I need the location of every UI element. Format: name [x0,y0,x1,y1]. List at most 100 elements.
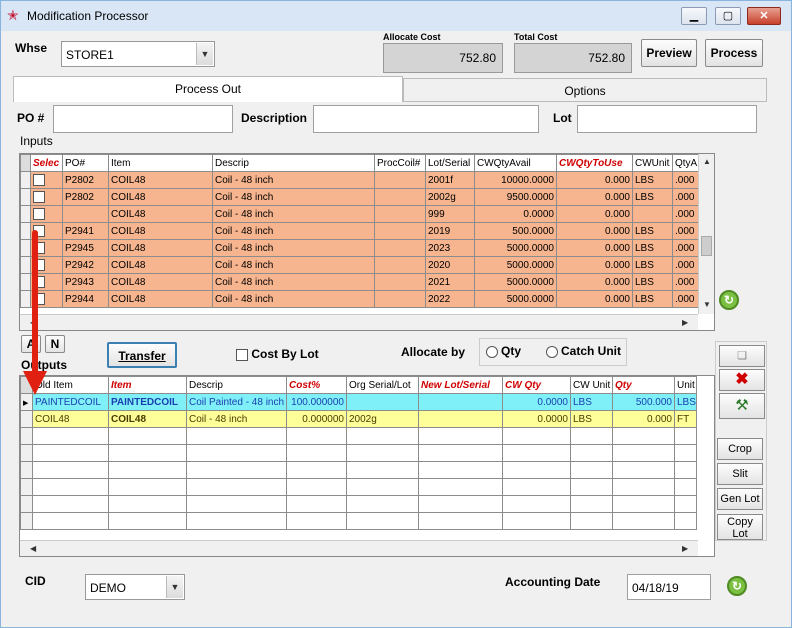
descrip-cell[interactable]: Coil Painted - 48 inch [186,393,287,411]
empty-row[interactable] [20,495,697,513]
row-selector[interactable] [20,188,31,206]
cwunit-cell[interactable]: LBS [632,188,673,206]
empty-cell[interactable] [502,478,571,496]
descrip-cell[interactable]: Coil - 48 inch [212,256,375,274]
empty-cell[interactable] [570,427,613,445]
empty-cell[interactable] [612,461,675,479]
empty-cell[interactable] [418,495,503,513]
row-selector[interactable] [20,478,33,496]
cwqtyavail-cell[interactable]: 0.0000 [474,205,557,223]
table-row[interactable]: P2941 COIL48 Coil - 48 inch 2019 500.0000 0.0… [20,222,701,240]
lot-input[interactable] [577,105,757,133]
col-item[interactable]: Item [108,376,187,394]
cwqtytouse-cell[interactable]: 0.000 [556,256,633,274]
empty-cell[interactable] [186,495,287,513]
qtya-cell[interactable]: .000 [672,205,701,223]
scroll-thumb[interactable] [701,236,712,256]
table-row[interactable]: COIL48 COIL48 Coil - 48 inch 0.000000 2002g 0… [20,410,697,428]
descrip-cell[interactable]: Coil - 48 inch [212,171,375,189]
cwqtyavail-cell[interactable]: 5000.0000 [474,273,557,291]
item-cell[interactable]: COIL48 [108,188,213,206]
tab-options[interactable]: Options [403,78,767,102]
po-cell[interactable]: P2802 [62,171,109,189]
col-item[interactable]: Item [108,154,213,172]
lot-cell[interactable]: 2020 [425,256,475,274]
chevron-down-icon[interactable]: ▼ [196,43,213,65]
lot-cell[interactable]: 2001f [425,171,475,189]
close-button[interactable]: ✕ [747,7,781,25]
empty-cell[interactable] [346,427,419,445]
item-cell[interactable]: PAINTEDCOIL [108,393,187,411]
empty-cell[interactable] [286,478,347,496]
row-selector[interactable] [20,495,33,513]
descrip-cell[interactable]: Coil - 48 inch [212,290,375,308]
maximize-button[interactable]: ▢ [715,7,741,25]
cid-combo[interactable]: DEMO ▼ [85,574,185,600]
empty-cell[interactable] [346,444,419,462]
col-qty[interactable]: Qty [612,376,675,394]
empty-cell[interactable] [674,478,697,496]
empty-cell[interactable] [418,512,503,530]
empty-cell[interactable] [418,478,503,496]
table-row[interactable]: ▶ PAINTEDCOIL PAINTEDCOIL Coil Painted - 48… [20,393,697,411]
checkbox-icon[interactable] [236,348,248,361]
empty-cell[interactable] [612,512,675,530]
row-selector[interactable] [20,427,33,445]
empty-cell[interactable] [570,512,613,530]
empty-cell[interactable] [570,444,613,462]
preview-button[interactable]: Preview [641,39,697,67]
new-lot-cell[interactable] [418,393,503,411]
table-row[interactable]: P2944 COIL48 Coil - 48 inch 2022 5000.0000 0.… [20,290,701,308]
col-org-serial-lot[interactable]: Org Serial/Lot [346,376,419,394]
cwunit-cell[interactable]: LBS [632,171,673,189]
table-row[interactable]: P2942 COIL48 Coil - 48 inch 2020 5000.0000 0.… [20,256,701,274]
cwunit-cell[interactable]: LBS [632,273,673,291]
empty-cell[interactable] [186,427,287,445]
lot-cell[interactable]: 2022 [425,290,475,308]
catch-unit-radio[interactable]: Catch Unit [546,344,621,358]
empty-cell[interactable] [612,427,675,445]
row-selector[interactable] [20,444,33,462]
col-unit[interactable]: Unit [674,376,697,394]
gen-lot-button[interactable]: Gen Lot [717,488,763,510]
cwqtytouse-cell[interactable]: 0.000 [556,290,633,308]
col-cost-pct[interactable]: Cost% [286,376,347,394]
cwqtytouse-cell[interactable]: 0.000 [556,171,633,189]
org-serial-cell[interactable]: 2002g [346,410,419,428]
empty-cell[interactable] [502,427,571,445]
empty-cell[interactable] [612,444,675,462]
empty-cell[interactable] [502,444,571,462]
empty-cell[interactable] [502,495,571,513]
empty-row[interactable] [20,512,697,530]
select-checkbox[interactable] [30,188,63,206]
col-po[interactable]: PO# [62,154,109,172]
unit-cell[interactable]: LBS [674,393,697,411]
inputs-hscroll[interactable]: ◀ ▶ [20,314,698,330]
col-cwqtyavail[interactable]: CWQtyAvail [474,154,557,172]
empty-cell[interactable] [418,427,503,445]
select-none-button[interactable]: N [45,335,65,353]
cw-qty-cell[interactable]: 0.0000 [502,410,571,428]
empty-cell[interactable] [674,495,697,513]
cwqtyavail-cell[interactable]: 500.0000 [474,222,557,240]
checkbox-icon[interactable] [33,191,45,203]
cwunit-cell[interactable]: LBS [632,290,673,308]
cwunit-cell[interactable] [632,205,673,223]
scroll-right-icon[interactable]: ▶ [682,318,688,327]
cwqtytouse-cell[interactable]: 0.000 [556,205,633,223]
qtya-cell[interactable]: .000 [672,188,701,206]
empty-row[interactable] [20,478,697,496]
table-row[interactable]: P2943 COIL48 Coil - 48 inch 2021 5000.0000 0.… [20,273,701,291]
item-cell[interactable]: COIL48 [108,222,213,240]
col-cwunit[interactable]: CWUnit [632,154,673,172]
po-input[interactable] [53,105,233,133]
empty-cell[interactable] [32,427,109,445]
empty-cell[interactable] [186,512,287,530]
cw-unit-cell[interactable]: LBS [570,410,613,428]
descrip-cell[interactable]: Coil - 48 inch [212,273,375,291]
transfer-button[interactable]: Transfer [107,342,177,368]
lot-cell[interactable]: 999 [425,205,475,223]
empty-cell[interactable] [108,461,187,479]
table-row[interactable]: P2802 COIL48 Coil - 48 inch 2001f 10000.0000… [20,171,701,189]
empty-cell[interactable] [612,495,675,513]
